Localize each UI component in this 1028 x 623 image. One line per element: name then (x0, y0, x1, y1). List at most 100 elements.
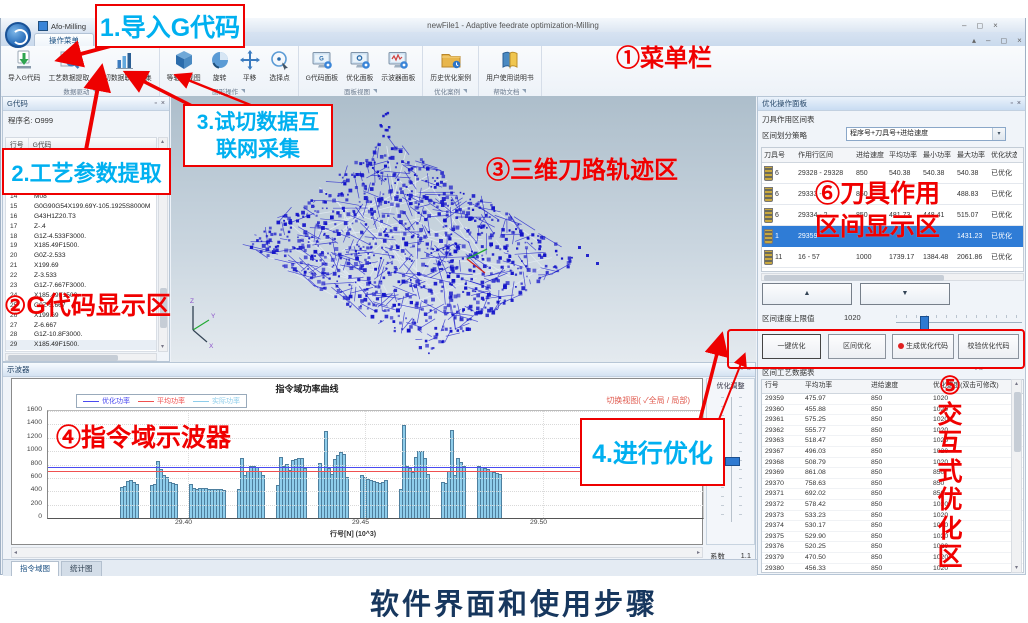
restore-icon[interactable]: ◻ (1000, 36, 1007, 45)
group-expander-icon[interactable] (92, 89, 96, 93)
power-bar (384, 480, 388, 518)
legend-label: 优化功率 (102, 396, 130, 406)
gcode-row[interactable]: 29X185.49F1500. (6, 340, 156, 350)
cell: 29376 (762, 542, 802, 552)
annotation-tool-interval-area: ⑥刀具作用 区间显示区 (815, 178, 940, 244)
collapse-ribbon-icon[interactable]: ▴ (972, 36, 976, 45)
svg-text:Y: Y (211, 313, 216, 320)
pick-point-button[interactable]: 选择点 (267, 48, 293, 85)
group-expander-icon[interactable] (241, 89, 245, 93)
restore-icon[interactable]: ◻ (976, 21, 983, 30)
cell: 518.47 (802, 436, 868, 446)
data-table-row[interactable]: 29361575.258501020 (762, 415, 1023, 426)
minimize-icon[interactable]: – (986, 36, 990, 45)
chart-hscrollbar[interactable]: ◂ ▸ (11, 547, 703, 558)
close-icon[interactable]: × (993, 21, 998, 30)
opt-panel-icon (349, 49, 371, 71)
cell-status: 已优化 (989, 189, 1017, 199)
close-icon[interactable]: × (1017, 100, 1021, 107)
pin-icon[interactable]: ▫ (1010, 100, 1012, 107)
group-expander-icon[interactable] (373, 89, 377, 93)
import-gcode-icon (13, 49, 35, 71)
tool-table-row[interactable]: 1116 - 5710001739.171384.482061.86已优化 (762, 247, 1023, 268)
group-expander-icon[interactable] (522, 89, 526, 93)
data-table-row[interactable]: 29362555.778501020 (762, 426, 1023, 437)
collect-data-button[interactable]: 试切数据联网采集 (95, 48, 153, 85)
data-table-row[interactable]: 29371692.02850850 (762, 489, 1023, 500)
osc-panel-button[interactable]: 示波器面板 (379, 48, 417, 85)
isometric-view-button[interactable]: 等轴测视图 (165, 48, 203, 85)
pan-button[interactable]: 平移 (237, 48, 263, 85)
data-table-row[interactable]: 29363518.478501020 (762, 436, 1023, 447)
annotation-menu-bar: ①菜单栏 (616, 38, 712, 73)
tab-command-domain[interactable]: 指令域图 (11, 561, 59, 576)
strategy-select[interactable]: 程序号+刀具号+进给速度 ▾ (846, 127, 1006, 141)
slider-handle[interactable] (920, 316, 929, 330)
pin-icon[interactable]: ▫ (154, 100, 156, 107)
history-button[interactable]: 历史优化案例 (428, 48, 473, 85)
tab-operation-menu[interactable]: 操作菜单 (34, 33, 94, 47)
data-table-row[interactable]: 29373533.238501020 (762, 511, 1023, 522)
data-table-row[interactable]: 29367496.038501020 (762, 447, 1023, 458)
gcode-row[interactable]: 17Z-.4 (6, 222, 156, 232)
cell-range: 16 - 57 (796, 254, 854, 261)
data-table-row[interactable]: 29379470.508501020 (762, 553, 1023, 564)
adjust-slider-handle[interactable] (725, 457, 740, 466)
legend-label: 实际功率 (212, 396, 240, 406)
cell: 850 (868, 468, 930, 478)
gcode-row[interactable]: 16G43H1Z20.T3 (6, 212, 156, 222)
extract-data-button[interactable]: 工艺数据提取 (46, 48, 91, 85)
bar-group (189, 484, 225, 518)
data-table-row[interactable]: 29359475.978501020 (762, 394, 1023, 405)
power-bar (261, 475, 265, 518)
gcode-row[interactable]: 21X199.69 (6, 261, 156, 271)
chevron-down-icon[interactable]: ▾ (992, 128, 1005, 140)
gcode-row[interactable]: 28G1Z-10.8F3000. (6, 330, 156, 340)
extract-data-icon (58, 49, 80, 71)
move-up-button[interactable]: ▲ (762, 283, 852, 305)
manual-button[interactable]: 用户使用说明书 (484, 48, 536, 85)
gcode-row[interactable]: 22Z-3.533 (6, 271, 156, 281)
group-expander-icon[interactable] (463, 89, 467, 93)
gcode-row[interactable]: 20G0Z-2.533 (6, 251, 156, 261)
move-down-button[interactable]: ▼ (860, 283, 950, 305)
interval-process-data-table[interactable]: 行号平均功率进给速度优化速度(双击可修改)29359475.9785010202… (761, 379, 1024, 573)
tool-table-hscrollbar[interactable] (761, 273, 1024, 281)
close-icon[interactable]: × (1017, 36, 1022, 45)
tab-statistics[interactable]: 统计图 (61, 561, 102, 576)
gcode-row[interactable]: 19X185.49F1500. (6, 241, 156, 251)
tool-icon (764, 208, 773, 223)
data-table-row[interactable]: 29376520.258501020 (762, 542, 1023, 553)
gcode-text: G1Z-10.8F3000. (34, 330, 82, 340)
gcode-line-number: 21 (6, 261, 34, 271)
gcode-row[interactable]: 27Z-6.667 (6, 321, 156, 331)
data-table-row[interactable]: 29360455.888501020 (762, 405, 1023, 416)
gcode-row[interactable]: 18G1Z-4.533F3000. (6, 232, 156, 242)
data-table-row[interactable]: 29372578.428501020 (762, 500, 1023, 511)
data-table-row[interactable]: 29368508.798501020 (762, 458, 1023, 469)
cell: 29369 (762, 468, 802, 478)
history-icon (440, 49, 462, 71)
minimize-icon[interactable]: – (962, 21, 966, 30)
speed-limit-slider[interactable] (896, 322, 1022, 323)
gcode-line-number: 17 (6, 222, 34, 232)
data-table-row[interactable]: 29380456.338501020 (762, 564, 1023, 574)
gcode-hscrollbar[interactable] (5, 353, 157, 361)
ribbon-group: 等轴测视图旋转平移选择点图形操作 (160, 46, 299, 96)
data-table-row[interactable]: 29375529.908501020 (762, 532, 1023, 543)
data-table-row[interactable]: 29369861.08850850 (762, 468, 1023, 479)
opt-panel-button[interactable]: 优化面板 (344, 48, 375, 85)
close-icon[interactable]: × (161, 100, 165, 107)
import-gcode-button[interactable]: 导入G代码 (6, 48, 42, 85)
rotate-button[interactable]: 旋转 (207, 48, 233, 85)
gcode-text: X185.49F1500. (34, 340, 79, 350)
gcode-panel-button[interactable]: GG代码面板 (304, 48, 340, 85)
gcode-text: G1Z-4.533F3000. (34, 232, 86, 242)
data-table-row[interactable]: 29370758.63850850 (762, 479, 1023, 490)
data-table-row[interactable]: 29374530.178501020 (762, 521, 1023, 532)
tool-number: 11 (775, 254, 782, 261)
cell: 475.97 (802, 394, 868, 404)
view-toggle-label[interactable]: 切换视图( ✓全局 / 局部) (606, 395, 690, 406)
gcode-row[interactable]: 15G0G90G54X199.69Y-105.1925S8000M (6, 202, 156, 212)
data-table-vscrollbar[interactable]: ▴ ▾ (1011, 379, 1022, 573)
